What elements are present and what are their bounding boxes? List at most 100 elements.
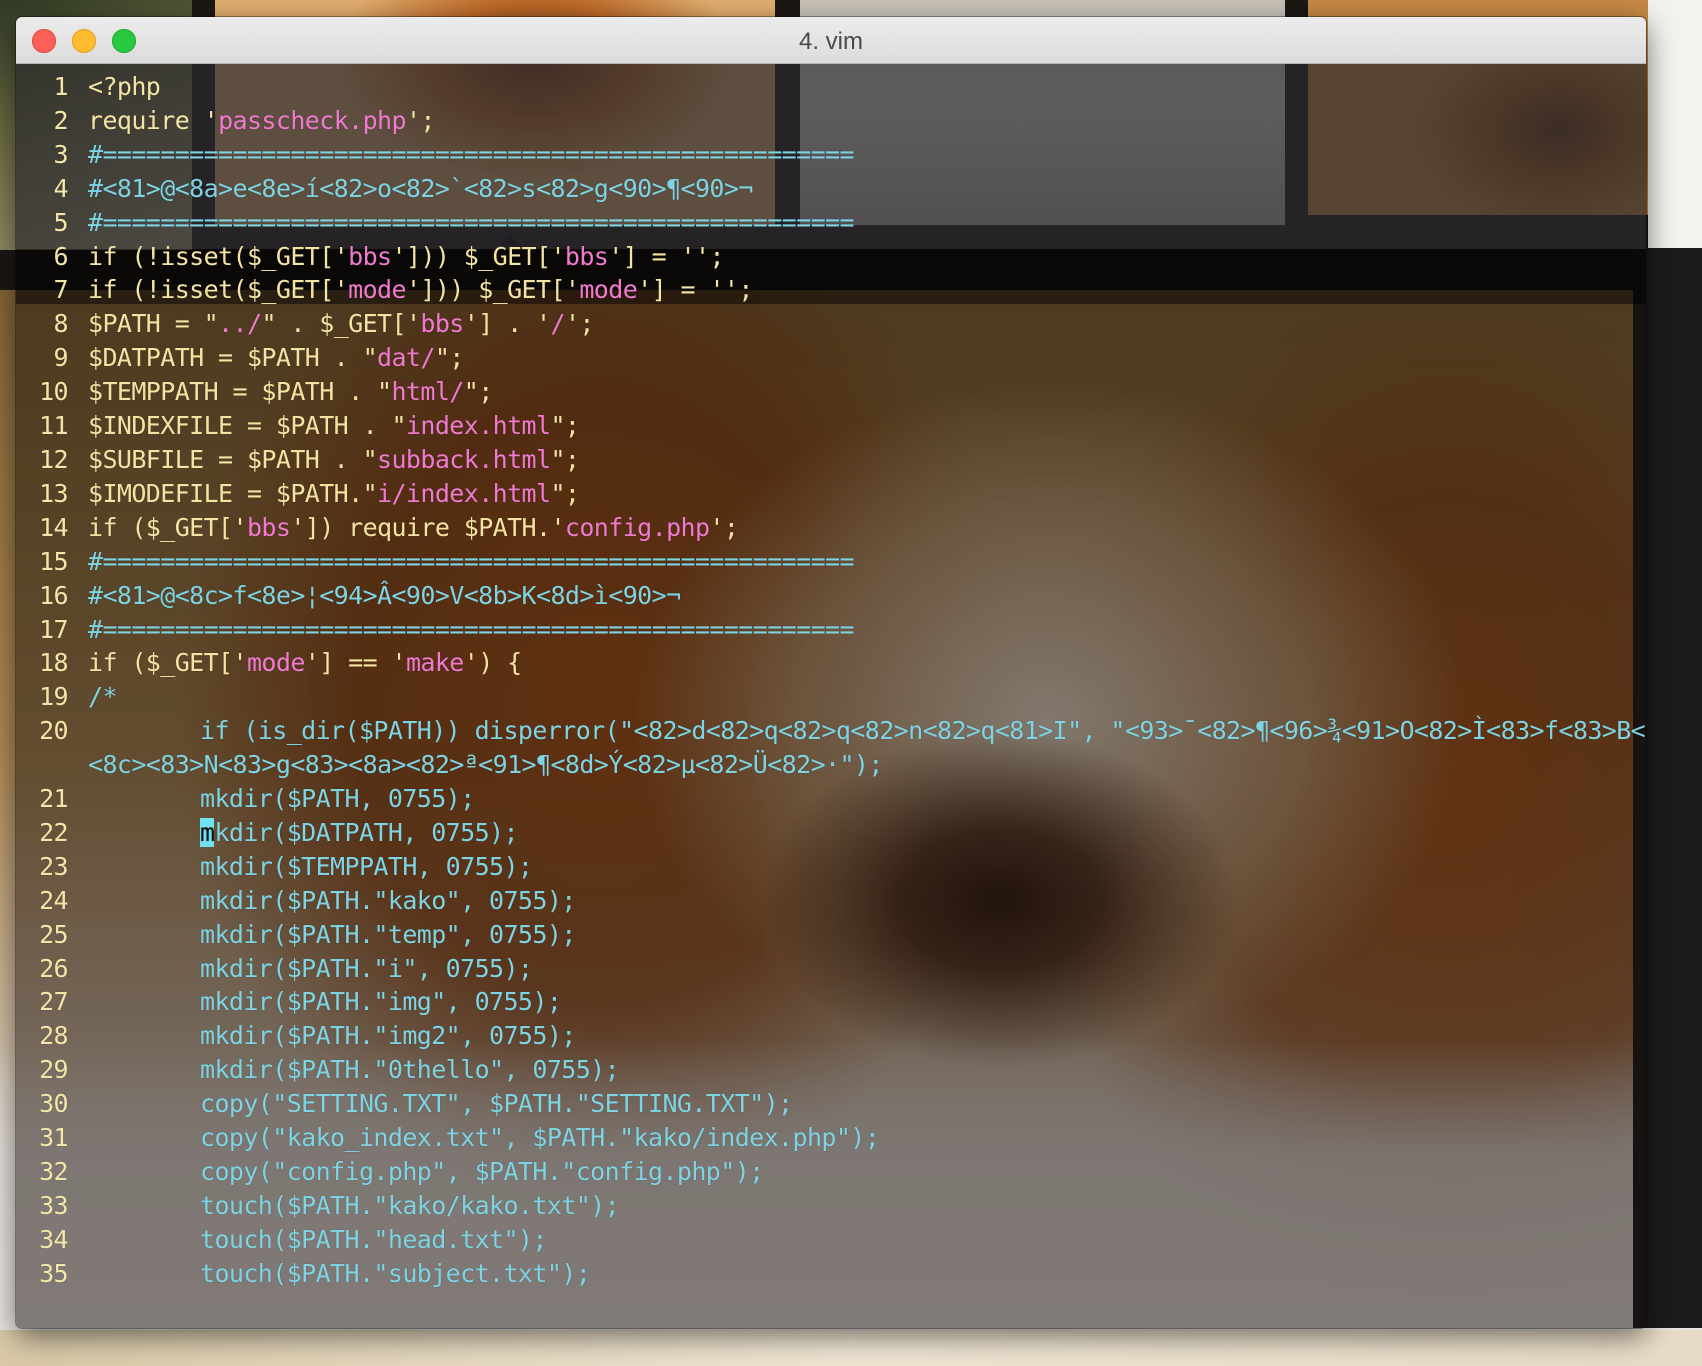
line-number: 14 [39,512,69,542]
code-line[interactable]: 12 $SUBFILE = $PATH . "subback.html"; [16,443,1646,477]
line-number: 7 [53,275,69,305]
line-text: #=======================================… [88,546,855,576]
line-text: mkdir($TEMPPATH, 0755); [200,851,533,881]
code-line[interactable]: 28 mkdir($PATH."img2", 0755); [16,1019,1646,1053]
line-number: 28 [39,1021,69,1051]
code-line[interactable]: 14 if ($_GET['bbs']) require $PATH.'confi… [16,511,1646,545]
line-text: #<81>@<8c>f<8e>¦<94>Â<90>V<8b>K<8d>ì<90>… [88,580,681,610]
vim-cursor: m [200,817,215,847]
line-number: 16 [39,580,69,610]
line-text: touch($PATH."subject.txt"); [200,1258,591,1288]
line-text: #<81>@<8a>e<8e>í<82>o<82>`<82>s<82>g<90>… [88,173,753,203]
code-line[interactable]: 10 $TEMPPATH = $PATH . "html/"; [16,375,1646,409]
code-line[interactable]: 11 $INDEXFILE = $PATH . "index.html"; [16,409,1646,443]
line-text: touch($PATH."kako/kako.txt"); [200,1190,620,1220]
code-line[interactable]: 1 <?php [16,70,1646,104]
code-line[interactable]: 5 #======================================… [16,206,1646,240]
code-line[interactable]: 8 $PATH = "../" . $_GET['bbs'] . '/'; [16,307,1646,341]
line-number: 23 [39,851,69,881]
line-number: 25 [39,919,69,949]
code-line[interactable]: 35 touch($PATH."subject.txt"); [16,1257,1646,1291]
code-line[interactable]: 13 $IMODEFILE = $PATH."i/index.html"; [16,477,1646,511]
line-text: $TEMPPATH = $PATH . "html/"; [88,377,493,407]
line-number: 22 [39,817,69,847]
code-line[interactable]: 3 #======================================… [16,138,1646,172]
line-number: 19 [39,682,69,712]
line-text: mkdir($PATH."temp", 0755); [200,919,576,949]
code-line[interactable]: 32 copy("config.php", $PATH."config.php")… [16,1155,1646,1189]
code-line[interactable]: 22 mkdir($DATPATH, 0755); [16,816,1646,850]
line-text: mkdir($PATH."kako", 0755); [200,885,576,915]
line-number: 27 [39,987,69,1017]
line-text: $IMODEFILE = $PATH."i/index.html"; [88,478,580,508]
line-number: 10 [39,377,69,407]
line-number: 30 [39,1089,69,1119]
vim-buffer[interactable]: 1 <?php 2 require 'passcheck.php'; 3 #=======… [16,70,1646,1291]
line-number: 35 [39,1258,69,1288]
line-text: #=======================================… [88,614,855,644]
code-line[interactable]: 27 mkdir($PATH."img", 0755); [16,985,1646,1019]
line-text: mkdir($PATH."0thello", 0755); [200,1055,620,1085]
line-number: 34 [39,1224,69,1254]
code-line[interactable]: 21 mkdir($PATH, 0755); [16,782,1646,816]
line-text: $SUBFILE = $PATH . "subback.html"; [88,444,580,474]
background-bottom-strip [0,1330,1702,1366]
code-line[interactable]: 7 if (!isset($_GET['mode'])) $_GET['mode'… [16,273,1646,307]
line-text: mkdir($PATH."img", 0755); [200,987,562,1017]
code-line[interactable]: 15 #=====================================… [16,545,1646,579]
line-text: require 'passcheck.php'; [88,105,435,135]
line-number: 17 [39,614,69,644]
code-line[interactable]: 18 if ($_GET['mode'] == 'make') { [16,646,1646,680]
line-text: mkdir($DATPATH, 0755); [200,817,519,847]
window-title: 4. vim [798,28,863,55]
line-text: $DATPATH = $PATH . "dat/"; [88,343,464,373]
code-line[interactable]: 19 /* [16,680,1646,714]
line-number [16,748,88,782]
line-number: 29 [39,1055,69,1085]
code-line[interactable]: 30 copy("SETTING.TXT", $PATH."SETTING.TXT… [16,1087,1646,1121]
window-titlebar[interactable]: 4. vim [16,17,1646,64]
code-line[interactable]: 26 mkdir($PATH."i", 0755); [16,952,1646,986]
line-text: mkdir($PATH."i", 0755); [200,953,533,983]
code-line[interactable]: 9 $DATPATH = $PATH . "dat/"; [16,341,1646,375]
terminal-window[interactable]: 4. vim 1 <?php 2 require 'passcheck.php'; 3 #… [16,17,1646,1328]
code-line[interactable]: 31 copy("kako_index.txt", $PATH."kako/ind… [16,1121,1646,1155]
line-number: 3 [53,139,69,169]
code-line[interactable]: 33 touch($PATH."kako/kako.txt"); [16,1189,1646,1223]
code-line[interactable]: 29 mkdir($PATH."0thello", 0755); [16,1053,1646,1087]
line-number: 12 [39,444,69,474]
line-number: 8 [53,309,69,339]
line-text: if ($_GET['mode'] == 'make') { [88,648,522,678]
code-line[interactable]: 4 #<81>@<8a>e<8e>í<82>o<82>`<82>s<82>g<90… [16,172,1646,206]
code-line[interactable]: 34 touch($PATH."head.txt"); [16,1223,1646,1257]
line-text: <8c><83>N<83>g<83><8a><82>ª<91>¶<8d>Ý<82… [88,750,883,780]
line-number: 21 [39,784,69,814]
line-text: #=======================================… [88,207,855,237]
code-line[interactable]: 17 #=====================================… [16,613,1646,647]
code-line[interactable]: 2 require 'passcheck.php'; [16,104,1646,138]
background-thumbnail [1648,0,1702,250]
code-line[interactable]: 24 mkdir($PATH."kako", 0755); [16,884,1646,918]
line-text: mkdir($PATH."img2", 0755); [200,1021,576,1051]
line-number: 1 [53,72,69,101]
line-number: 33 [39,1190,69,1220]
line-text: /* [88,682,118,712]
line-number: 9 [53,343,69,373]
code-line[interactable]: 23 mkdir($TEMPPATH, 0755); [16,850,1646,884]
line-text: copy("config.php", $PATH."config.php"); [200,1157,764,1186]
line-number: 6 [53,241,69,271]
code-line[interactable]: 20 if (is_dir($PATH)) disperror("<82>d<82… [16,714,1646,748]
line-text: #=======================================… [88,139,855,169]
code-line[interactable]: 16 #<81>@<8c>f<8e>¦<94>Â<90>V<8b>K<8d>ì<9… [16,579,1646,613]
line-text: if ($_GET['bbs']) require $PATH.'config.… [88,512,739,542]
line-number: 5 [53,207,69,237]
line-text: copy("kako_index.txt", $PATH."kako/index… [200,1123,880,1153]
code-line[interactable]: 6 if (!isset($_GET['bbs'])) $_GET['bbs'] … [16,240,1646,274]
line-number: 20 [39,716,69,746]
code-line[interactable]: <8c><83>N<83>g<83><8a><82>ª<91>¶<8d>Ý<82… [16,748,1646,782]
line-number: 26 [39,953,69,983]
line-text: $INDEXFILE = $PATH . "index.html"; [88,411,580,441]
line-number: 15 [39,546,69,576]
line-text: if (!isset($_GET['mode'])) $_GET['mode']… [88,275,753,305]
code-line[interactable]: 25 mkdir($PATH."temp", 0755); [16,918,1646,952]
